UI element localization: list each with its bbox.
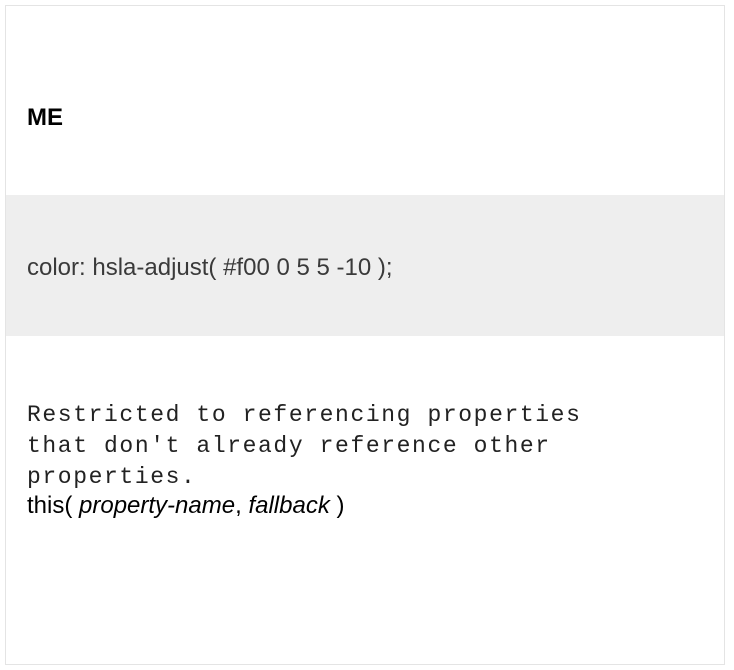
- restriction-note: Restricted to referencing properties tha…: [27, 402, 597, 490]
- syntax-func-close: ): [329, 492, 345, 519]
- syntax-param-fallback: fallback: [248, 492, 330, 519]
- code-example-text: color: hsla-adjust( #f00 0 5 5 -10 );: [27, 254, 393, 281]
- syntax-param-property-name: property-name: [79, 492, 236, 519]
- function-syntax: this( property-name, fallback ): [27, 492, 344, 520]
- syntax-func-open: this(: [27, 492, 80, 519]
- code-example-block: color: hsla-adjust( #f00 0 5 5 -10 );: [6, 195, 724, 336]
- section-heading: ME: [27, 104, 63, 131]
- syntax-separator: ,: [235, 492, 249, 519]
- content-card: ME color: hsla-adjust( #f00 0 5 5 -10 );…: [5, 5, 725, 665]
